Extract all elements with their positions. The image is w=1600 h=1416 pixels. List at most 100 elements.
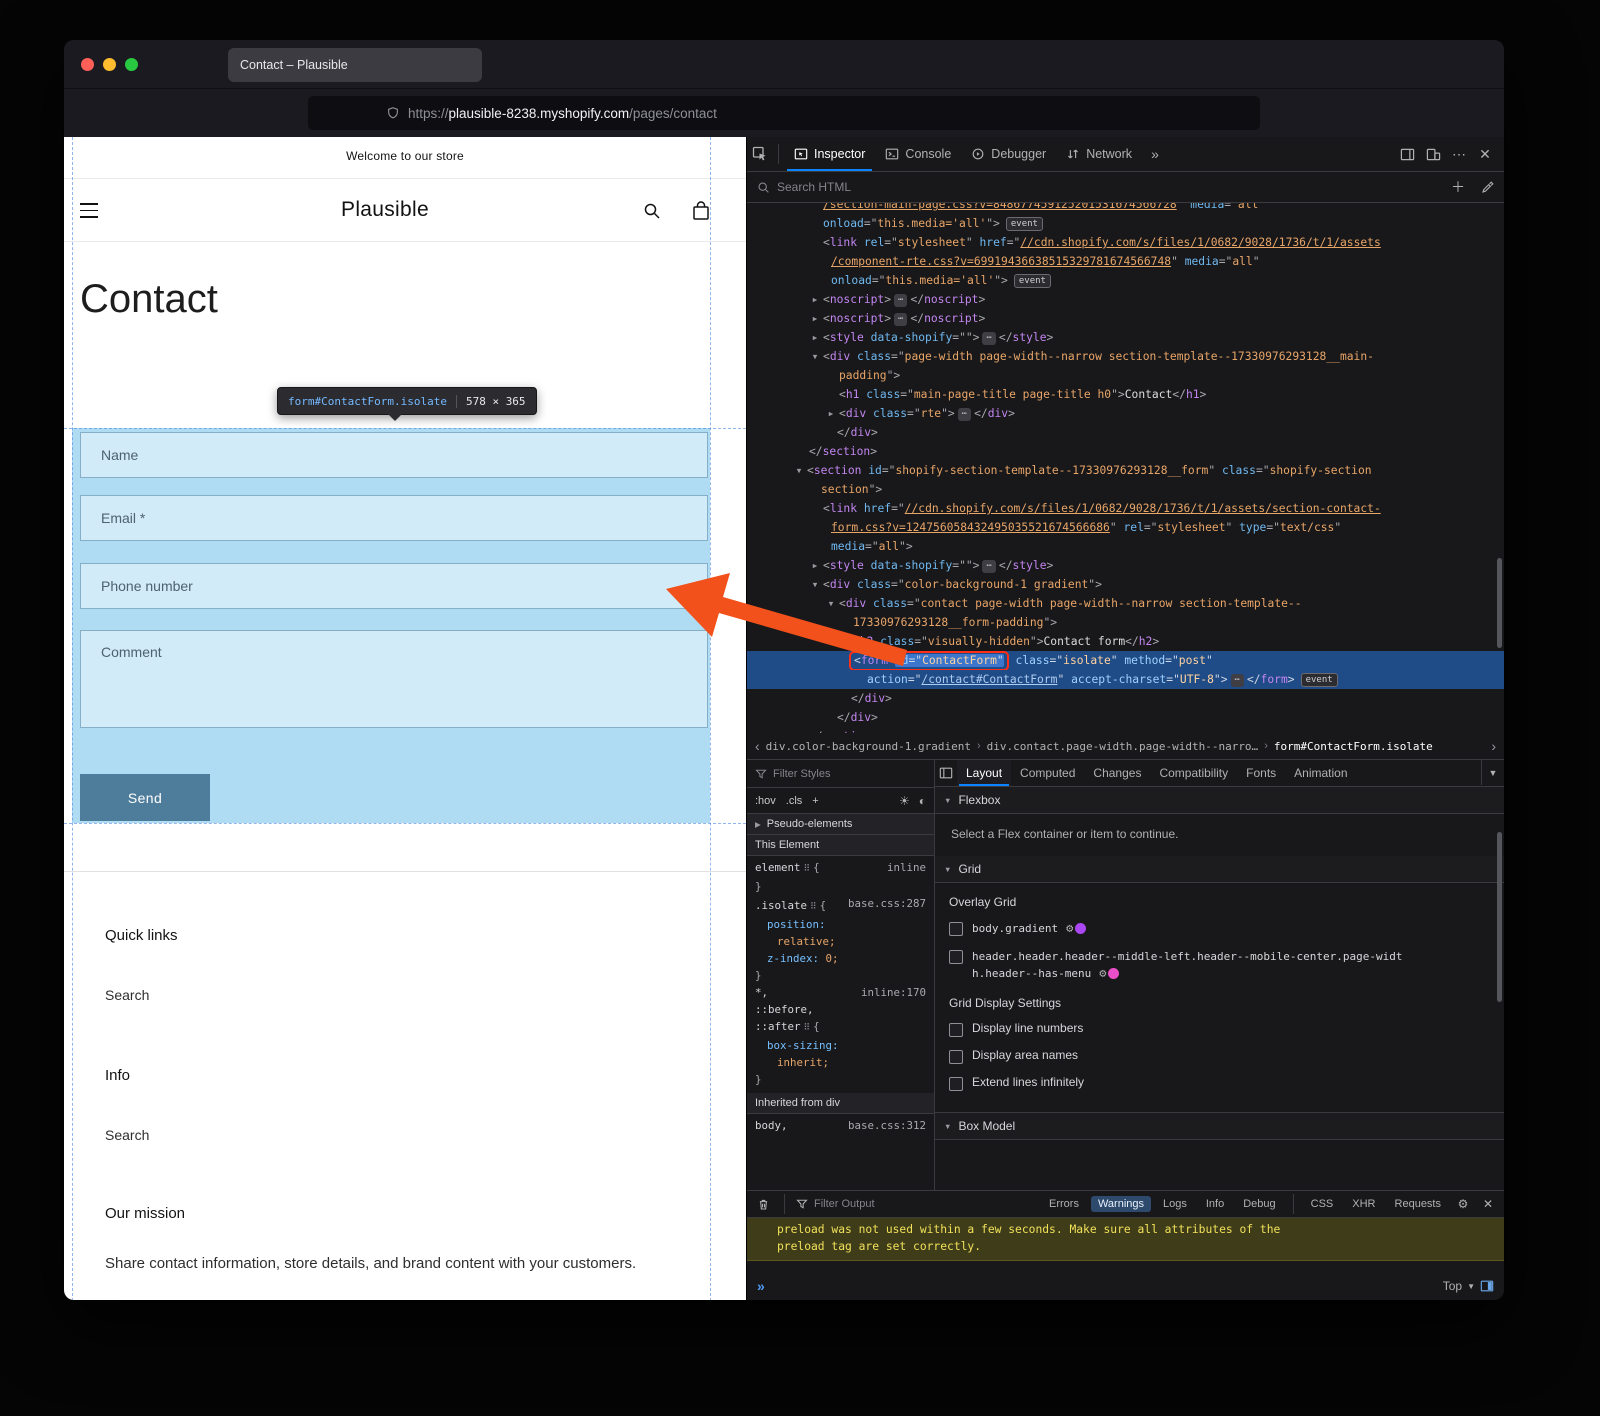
filter-output-input[interactable]: Filter Output [814,1198,875,1210]
markup-line[interactable]: ▶<style data-shopify="">⋯</style> [747,556,1504,575]
filter-errors-button[interactable]: Errors [1042,1196,1086,1212]
phone-field[interactable]: Phone number [80,563,708,609]
layout-scrollbar[interactable] [1497,832,1502,1002]
collapse-icon[interactable]: ▼ [809,575,821,594]
checkbox[interactable] [949,950,963,964]
sidebar-toggle-icon[interactable] [935,760,957,786]
markup-line[interactable]: section"> [747,480,1504,499]
close-window-button[interactable] [81,58,94,71]
tab-debugger[interactable]: Debugger [961,137,1056,171]
markup-line[interactable]: <h2 class="visually-hidden">Contact form… [747,632,1504,651]
toggle-classes-button[interactable]: .cls [786,795,803,807]
gear-icon[interactable]: ⚙ [1066,921,1073,935]
markup-line[interactable]: /section-main-page.css?v=848677459125201… [747,203,1504,214]
markup-line[interactable]: ▶<div class="rte">⋯</div> [747,404,1504,423]
pseudo-elements-header[interactable]: ▶ Pseudo-elements [747,814,934,835]
markup-line[interactable]: 17330976293128__form-padding"> [747,613,1504,632]
console-settings-icon[interactable]: ⚙ [1453,1191,1473,1217]
expand-icon[interactable]: ▶ [809,556,821,575]
grid-color-swatch[interactable] [1075,923,1086,934]
more-tabs-icon[interactable]: » [1142,141,1168,167]
dark-scheme-icon[interactable]: ◐ [919,794,926,808]
markup-line[interactable]: ▶<noscript>⋯</noscript> [747,290,1504,309]
tab-computed[interactable]: Computed [1011,760,1084,786]
minimize-window-button[interactable] [103,58,116,71]
expand-icon[interactable]: ▶ [755,820,761,829]
search-icon[interactable] [642,201,662,221]
close-devtools-icon[interactable]: ✕ [1472,141,1498,167]
grid-color-swatch[interactable] [1108,968,1119,979]
markup-scrollbar[interactable] [1497,558,1502,648]
split-console-icon[interactable] [1480,1279,1494,1293]
tab-fonts[interactable]: Fonts [1237,760,1285,786]
clear-console-icon[interactable] [753,1191,773,1217]
box-model-section-header[interactable]: ▼ Box Model [935,1112,1504,1140]
expand-icon[interactable]: ▶ [809,328,821,347]
markup-line[interactable]: <link href="//cdn.shopify.com/s/files/1/… [747,499,1504,518]
markup-line[interactable]: <link rel="stylesheet" href="//cdn.shopi… [747,233,1504,252]
collapse-icon[interactable]: ▼ [793,461,805,480]
send-button[interactable]: Send [80,774,210,821]
maximize-window-button[interactable] [125,58,138,71]
markup-line[interactable]: media="all"> [747,537,1504,556]
markup-line[interactable]: ▼<section id="shopify-section-template--… [747,461,1504,480]
eyedropper-icon[interactable] [1481,181,1494,194]
markup-line-selected[interactable]: action="/contact#ContactForm" accept-cha… [747,670,1504,689]
breadcrumb-back-icon[interactable]: ‹ [755,738,760,754]
markup-line[interactable]: ▶<noscript>⋯</noscript> [747,309,1504,328]
filter-requests-button[interactable]: Requests [1388,1196,1448,1212]
close-console-icon[interactable]: ✕ [1478,1191,1498,1217]
expand-icon[interactable]: ▶ [809,309,821,328]
collapse-icon[interactable]: ▼ [944,865,951,874]
collapse-icon[interactable]: ▼ [944,1122,951,1131]
checkbox[interactable] [949,1077,963,1091]
markup-line[interactable]: form.css?v=12475605843249503552167456668… [747,518,1504,537]
expand-icon[interactable]: ▶ [825,404,837,423]
tabs-dropdown-icon[interactable]: ▼ [1481,760,1504,785]
breadcrumb-item[interactable]: div.contact.page-width.page-width--narro… [987,740,1259,753]
checkbox[interactable] [949,922,963,936]
rule-source-link[interactable]: base.css:287 [848,896,926,911]
pick-element-button[interactable] [747,141,773,167]
footer-link-search-2[interactable]: Search [105,1127,149,1143]
tab-layout[interactable]: Layout [957,760,1011,786]
name-field[interactable]: Name [80,432,708,478]
markup-line[interactable]: onload="this.media='all'">event [747,214,1504,233]
breadcrumb-forward-icon[interactable]: › [1491,738,1496,754]
collapse-icon[interactable]: ▼ [944,796,951,805]
markup-line[interactable]: </div> [747,423,1504,442]
filter-css-button[interactable]: CSS [1304,1196,1341,1212]
breadcrumb-item-selected[interactable]: form#ContactForm.isolate [1274,740,1433,753]
markup-line[interactable]: </div> [747,708,1504,727]
tab-network[interactable]: Network [1056,137,1142,171]
markup-line[interactable]: onload="this.media='all'">event [747,271,1504,290]
tab-inspector[interactable]: Inspector [784,137,875,171]
filter-warnings-button[interactable]: Warnings [1091,1196,1151,1212]
rule-source-link[interactable]: inline [887,860,926,875]
markup-line[interactable]: ▶<style data-shopify="">⋯</style> [747,328,1504,347]
add-node-icon[interactable]: ＋ [1451,180,1465,194]
collapse-icon[interactable]: ▼ [809,347,821,366]
add-rule-button[interactable]: + [812,795,818,807]
console-prompt[interactable]: » [757,1278,765,1294]
toggle-hover-button[interactable]: :hov [755,795,776,807]
breadcrumb-item[interactable]: div.color-background-1.gradient [766,740,971,753]
store-logo[interactable]: Plausible [64,198,706,222]
markup-line[interactable]: ▼<div class="page-width page-width--narr… [747,347,1504,366]
email-field[interactable]: Email * [80,495,708,541]
tab-animation[interactable]: Animation [1285,760,1356,786]
tab-console[interactable]: Console [875,137,961,171]
highlight-selector-icon[interactable]: ⠿ [804,1023,811,1033]
highlight-selector-icon[interactable]: ⠿ [804,864,811,874]
markup-line-selected[interactable]: <form id="ContactForm" class="isolate" m… [747,651,1504,670]
tab-compatibility[interactable]: Compatibility [1150,760,1237,786]
filter-logs-button[interactable]: Logs [1156,1196,1194,1212]
meatball-menu-icon[interactable]: ⋯ [1446,141,1472,167]
footer-link-search-1[interactable]: Search [105,987,149,1003]
tab-changes[interactable]: Changes [1084,760,1150,786]
expand-icon[interactable]: ▶ [809,290,821,309]
flexbox-section-header[interactable]: ▼ Flexbox [935,787,1504,814]
markup-line[interactable]: /component-rte.css?v=6991943663851532978… [747,252,1504,271]
search-html-input[interactable]: Search HTML [777,180,851,194]
filter-styles-input[interactable]: Filter Styles [773,768,830,780]
